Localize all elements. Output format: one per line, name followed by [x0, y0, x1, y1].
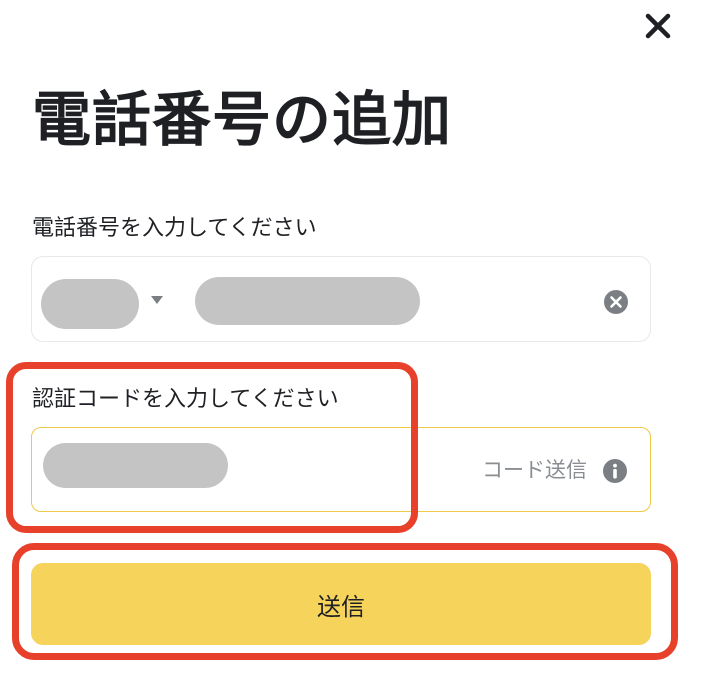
phone-number-field: [31, 256, 651, 342]
phone-field-label: 電話番号を入力してください: [32, 216, 317, 241]
submit-button[interactable]: 送信: [31, 563, 651, 645]
verification-code-field: コード送信: [31, 427, 651, 512]
country-code-selector[interactable]: [41, 279, 139, 329]
close-button[interactable]: [640, 8, 676, 44]
clear-circle-icon[interactable]: [603, 289, 629, 315]
caret-down-icon[interactable]: [150, 295, 164, 305]
page-title: 電話番号の追加: [32, 85, 453, 154]
code-field-label: 認証コードを入力してください: [32, 387, 339, 412]
close-icon: [645, 13, 671, 39]
send-code-link[interactable]: コード送信: [482, 455, 587, 485]
info-icon[interactable]: [602, 458, 628, 484]
verification-code-input[interactable]: [43, 443, 228, 488]
phone-number-input[interactable]: [195, 277, 420, 325]
